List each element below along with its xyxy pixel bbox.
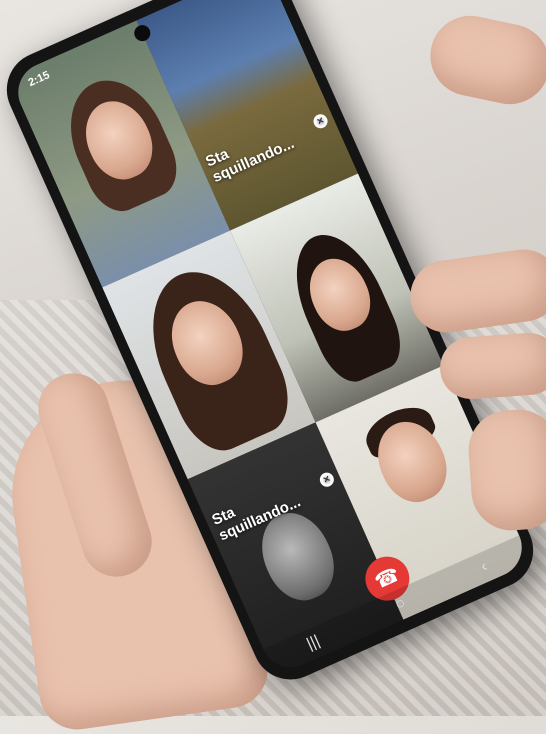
ringing-label: Sta squillando... × [203,103,334,186]
status-time: 2:15 [26,69,52,90]
recents-button[interactable]: ||| [304,632,323,654]
right-finger [422,8,546,112]
close-icon[interactable]: × [311,112,330,131]
ringing-text: Sta squillando... [203,134,297,187]
home-button[interactable]: ○ [392,594,408,614]
close-icon[interactable]: × [317,470,337,489]
right-finger [437,330,546,402]
back-button[interactable]: ‹ [478,558,490,577]
